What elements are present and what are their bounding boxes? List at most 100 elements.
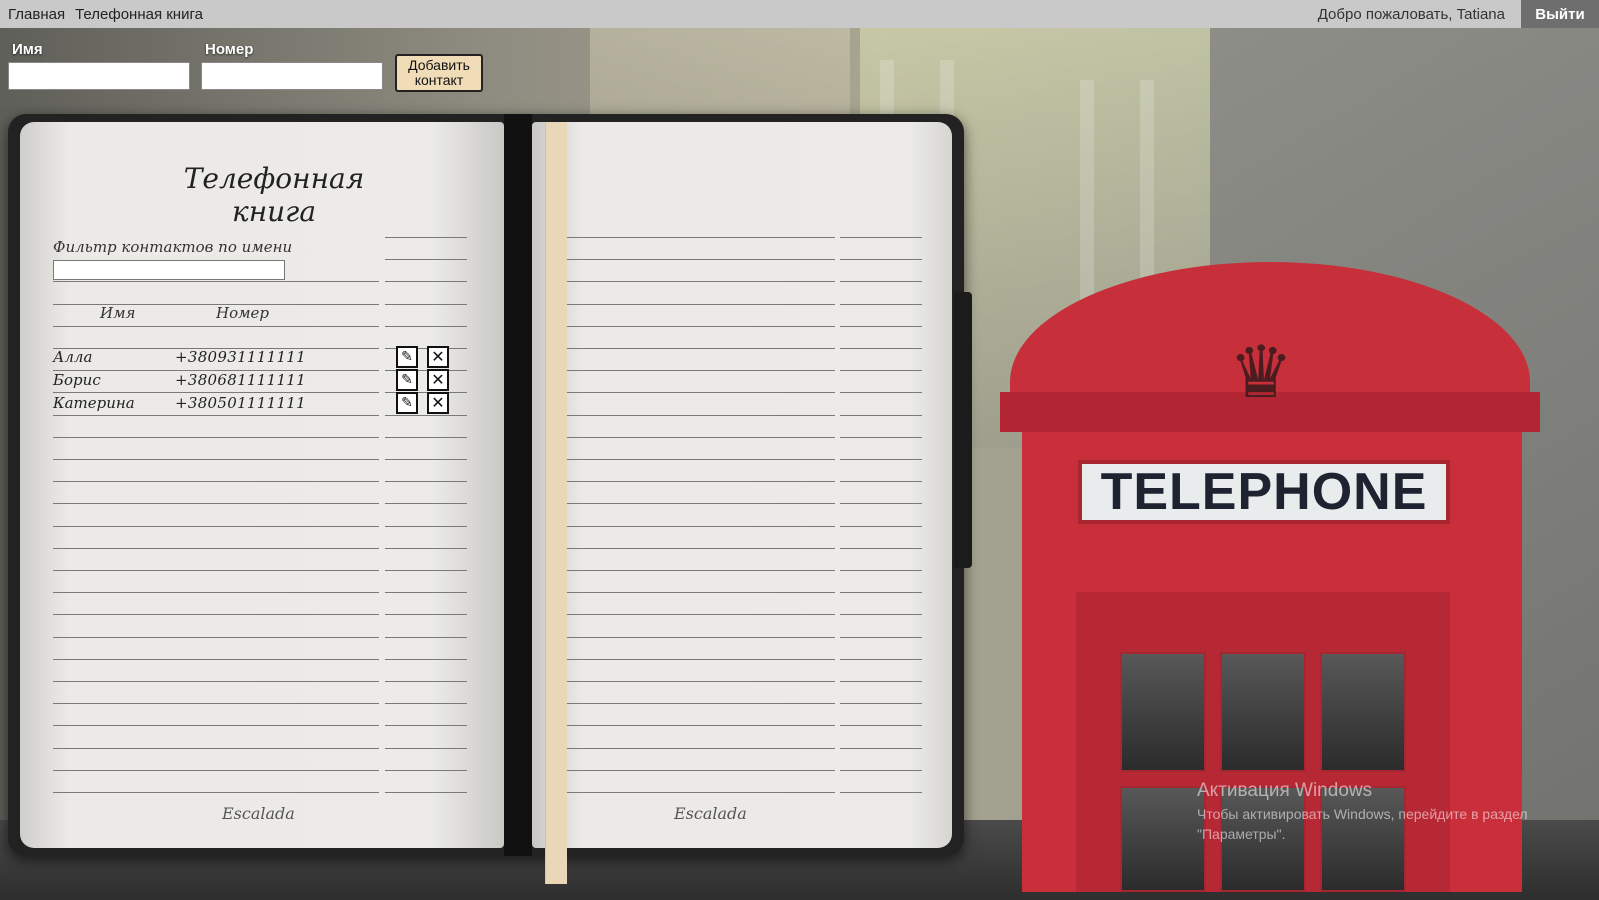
page-rule-line (567, 437, 835, 438)
page-rule-line (385, 281, 467, 282)
page-rule-line (840, 637, 922, 638)
page-rule-line (567, 348, 835, 349)
page-rule-line (567, 792, 835, 793)
page-rule-line (385, 659, 467, 660)
page-rule-line (840, 370, 922, 371)
page-rule-line (53, 592, 379, 593)
page-rule-line (53, 526, 379, 527)
page-rule-line (385, 437, 467, 438)
contact-phone: +380681111111 (175, 371, 306, 389)
page-rule-line (385, 526, 467, 527)
delete-contact-button[interactable]: ✕ (427, 346, 449, 368)
page-rule-line (840, 725, 922, 726)
edit-contact-button[interactable]: ✎ (396, 392, 418, 414)
pencil-icon: ✎ (401, 349, 413, 365)
page-rule-line (385, 792, 467, 793)
page-rule-line (567, 503, 835, 504)
number-input[interactable] (201, 62, 383, 90)
contact-row: Борис +380681111111 ✎ ✕ (53, 369, 453, 393)
page-rule-line (53, 659, 379, 660)
page-rule-line (567, 681, 835, 682)
page-rule-line (385, 548, 467, 549)
page-rule-line (840, 703, 922, 704)
page-rule-line (385, 637, 467, 638)
booth-door (1076, 592, 1450, 892)
page-rule-line (53, 748, 379, 749)
page-rule-line (53, 459, 379, 460)
bookmark-ribbon (545, 122, 567, 884)
booth-sign-text: TELEPHONE (1100, 463, 1428, 521)
contact-name: Алла (53, 348, 93, 366)
page-rule-line (840, 348, 922, 349)
page-rule-line (567, 370, 835, 371)
nav-home-link[interactable]: Главная (8, 6, 65, 23)
pencil-icon: ✎ (401, 372, 413, 388)
close-icon: ✕ (431, 370, 445, 389)
page-rule-line (840, 259, 922, 260)
notebook-left-page (20, 122, 504, 848)
page-rule-line (385, 703, 467, 704)
page-rule-line (385, 326, 467, 327)
page-rule-line (840, 415, 922, 416)
page-rule-line (840, 304, 922, 305)
notebook: Телефонная книга Фильтр контактов по име… (8, 114, 972, 884)
notebook-strap (954, 292, 972, 568)
page-rule-line (53, 725, 379, 726)
page-rule-line (385, 614, 467, 615)
page-rule-line (840, 459, 922, 460)
booth-window (1120, 786, 1206, 892)
page-rule-line (385, 770, 467, 771)
filter-label: Фильтр контактов по имени (53, 238, 293, 256)
page-rule-line (567, 748, 835, 749)
column-header-name: Имя (100, 304, 136, 322)
page-rule-line (840, 548, 922, 549)
page-rule-line (385, 570, 467, 571)
brand-logo-right: Escalada (674, 804, 747, 823)
page-rule-line (53, 503, 379, 504)
edit-contact-button[interactable]: ✎ (396, 346, 418, 368)
page-rule-line (385, 748, 467, 749)
watermark-text: Чтобы активировать Windows, перейдите в … (1197, 806, 1528, 842)
contact-name: Катерина (53, 394, 135, 412)
page-rule-line (53, 548, 379, 549)
page-rule-line (53, 614, 379, 615)
page-rule-line (567, 703, 835, 704)
page-rule-line (385, 481, 467, 482)
number-label: Номер (205, 41, 254, 58)
page-rule-line (53, 570, 379, 571)
page-rule-line (385, 237, 467, 238)
add-contact-button[interactable]: Добавить контакт (395, 54, 483, 92)
delete-contact-button[interactable]: ✕ (427, 369, 449, 391)
page-rule-line (53, 770, 379, 771)
logout-button[interactable]: Выйти (1521, 0, 1599, 28)
page-rule-line (53, 481, 379, 482)
page-rule-line (567, 725, 835, 726)
add-button-line2: контакт (414, 72, 464, 88)
page-rule-line (840, 792, 922, 793)
delete-contact-button[interactable]: ✕ (427, 392, 449, 414)
booth-window (1120, 652, 1206, 772)
page-rule-line (385, 259, 467, 260)
contact-name: Борис (53, 371, 101, 389)
edit-contact-button[interactable]: ✎ (396, 369, 418, 391)
page-rule-line (840, 526, 922, 527)
page-rule-line (567, 548, 835, 549)
pencil-icon: ✎ (401, 395, 413, 411)
nav-phonebook-link[interactable]: Телефонная книга (75, 6, 203, 23)
page-rule-line (567, 304, 835, 305)
page-rule-line (567, 570, 835, 571)
page-rule-line (567, 526, 835, 527)
page-rule-line (53, 281, 379, 282)
filter-input[interactable] (53, 260, 285, 280)
page-rule-line (53, 637, 379, 638)
page-rule-line (567, 637, 835, 638)
name-input[interactable] (8, 62, 190, 90)
page-rule-line (567, 259, 835, 260)
booth-sign: TELEPHONE (1078, 460, 1450, 524)
page-rule-line (840, 659, 922, 660)
top-navbar: Главная Телефонная книга Добро пожаловат… (0, 0, 1599, 28)
page-rule-line (385, 725, 467, 726)
page-rule-line (567, 659, 835, 660)
page-rule-line (385, 503, 467, 504)
welcome-text: Добро пожаловать, Tatiana (1317, 5, 1505, 23)
